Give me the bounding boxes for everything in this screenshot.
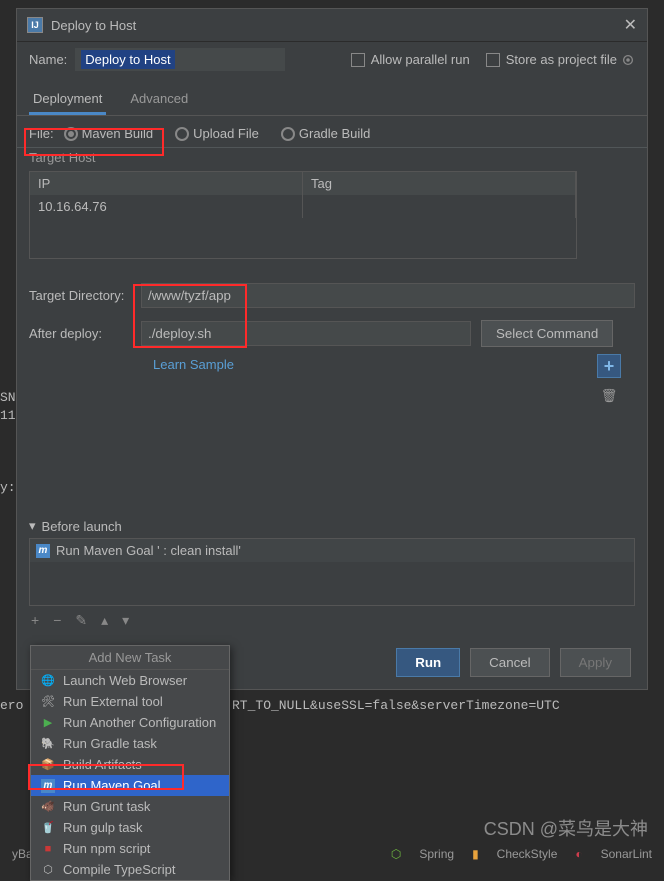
store-project-checkbox[interactable]: [486, 53, 500, 67]
menu-icon: 🌐: [41, 674, 55, 688]
status-spring[interactable]: Spring: [419, 847, 454, 861]
allow-parallel-label: Allow parallel run: [371, 52, 470, 67]
target-dir-row: Target Directory:: [17, 277, 647, 314]
bg-connection-string: RT_TO_NULL&useSSL=false&serverTimezone=U…: [232, 698, 560, 713]
move-down-button[interactable]: ▾: [122, 612, 129, 629]
chevron-down-icon[interactable]: ▾: [29, 518, 36, 534]
radio-maven[interactable]: Maven Build: [64, 126, 154, 141]
tab-advanced[interactable]: Advanced: [126, 85, 192, 115]
after-deploy-label: After deploy:: [29, 326, 141, 341]
spring-icon: ⬡: [391, 847, 401, 861]
ip-cell: 10.16.64.76: [30, 195, 303, 218]
menu-icon: ⬡: [41, 863, 55, 877]
gear-icon[interactable]: [621, 53, 635, 67]
menu-item-run-npm-script[interactable]: ■ Run npm script: [31, 838, 229, 859]
menu-icon: 🐗: [41, 800, 55, 814]
target-dir-input[interactable]: [141, 283, 635, 308]
add-host-button[interactable]: +: [597, 354, 621, 378]
host-table: IP Tag 10.16.64.76: [29, 171, 577, 259]
store-project-label: Store as project file: [506, 52, 617, 67]
menu-item-run-another-configuration[interactable]: ▶ Run Another Configuration: [31, 712, 229, 733]
menu-icon: 📦: [41, 758, 55, 772]
move-up-button[interactable]: ▴: [101, 612, 108, 629]
run-button[interactable]: Run: [396, 648, 460, 677]
menu-item-label: Launch Web Browser: [63, 673, 187, 688]
menu-item-compile-typescript[interactable]: ⬡ Compile TypeScript: [31, 859, 229, 880]
before-launch-section: ▾ Before launch m Run Maven Goal ' : clea…: [29, 514, 635, 635]
menu-item-run-gulp-task[interactable]: 🥤 Run gulp task: [31, 817, 229, 838]
add-task-button[interactable]: +: [31, 612, 39, 629]
menu-item-label: Run npm script: [63, 841, 150, 856]
menu-item-label: Compile TypeScript: [63, 862, 175, 877]
menu-title: Add New Task: [31, 646, 229, 670]
menu-icon: 🥤: [41, 821, 55, 835]
file-row: File: Maven Build Upload File Gradle Bui…: [17, 116, 647, 147]
close-icon[interactable]: ✕: [624, 15, 637, 35]
ip-header: IP: [30, 172, 303, 195]
menu-item-label: Run Grunt task: [63, 799, 150, 814]
menu-item-label: Build Artifacts: [63, 757, 142, 772]
add-task-menu: Add New Task 🌐 Launch Web Browser 🛠 Run Ext…: [30, 645, 230, 881]
apply-button[interactable]: Apply: [560, 648, 631, 677]
after-deploy-input[interactable]: [141, 321, 471, 346]
menu-icon: ▶: [41, 716, 55, 730]
status-sonarlint[interactable]: SonarLint: [601, 847, 652, 861]
target-host-label: Target Host: [17, 147, 647, 167]
edit-task-button[interactable]: ✎: [75, 612, 87, 629]
menu-item-build-artifacts[interactable]: 📦 Build Artifacts: [31, 754, 229, 775]
maven-icon: m: [36, 544, 50, 558]
menu-item-label: Run Maven Goal: [63, 778, 161, 793]
tag-cell: [303, 195, 576, 218]
select-command-button[interactable]: Select Command: [481, 320, 613, 347]
deploy-dialog: IJ Deploy to Host ✕ Name: Deploy to Host…: [16, 8, 648, 690]
tabs: Deployment Advanced: [17, 77, 647, 116]
status-checkstyle[interactable]: CheckStyle: [497, 847, 558, 861]
watermark: CSDN @菜鸟是大神: [484, 815, 648, 841]
checkstyle-icon: ▮: [472, 847, 479, 861]
radio-upload[interactable]: Upload File: [175, 126, 259, 141]
tab-deployment[interactable]: Deployment: [29, 85, 106, 115]
menu-item-label: Run External tool: [63, 694, 163, 709]
after-deploy-row: After deploy: Select Command: [17, 314, 647, 353]
menu-item-label: Run Gradle task: [63, 736, 157, 751]
file-label: File:: [29, 126, 54, 141]
menu-icon: 🐘: [41, 737, 55, 751]
before-launch-title: Before launch: [42, 519, 122, 534]
learn-sample-link[interactable]: Learn Sample: [17, 353, 647, 376]
menu-item-launch-web-browser[interactable]: 🌐 Launch Web Browser: [31, 670, 229, 691]
menu-item-label: Run gulp task: [63, 820, 143, 835]
name-input[interactable]: Deploy to Host: [75, 48, 285, 71]
before-launch-list: m Run Maven Goal ' : clean install': [29, 538, 635, 606]
menu-item-run-maven-goal[interactable]: m Run Maven Goal: [31, 775, 229, 796]
menu-item-label: Run Another Configuration: [63, 715, 216, 730]
dialog-buttons: Run Cancel Apply: [396, 648, 631, 677]
radio-gradle[interactable]: Gradle Build: [281, 126, 371, 141]
before-launch-item[interactable]: m Run Maven Goal ' : clean install': [30, 539, 634, 562]
menu-icon: 🛠: [41, 695, 55, 709]
before-launch-item-label: Run Maven Goal ' : clean install': [56, 543, 241, 558]
delete-host-button[interactable]: 🗑: [597, 384, 621, 408]
bg-text: SN: [0, 390, 16, 405]
dialog-title: Deploy to Host: [51, 18, 624, 33]
sonarlint-icon: ◐: [575, 847, 582, 861]
before-launch-toolbar: + − ✎ ▴ ▾: [29, 606, 635, 635]
name-row: Name: Deploy to Host Allow parallel run …: [17, 42, 647, 77]
host-row[interactable]: 10.16.64.76: [30, 195, 576, 218]
titlebar: IJ Deploy to Host ✕: [17, 9, 647, 42]
app-icon: IJ: [27, 17, 43, 33]
menu-item-run-grunt-task[interactable]: 🐗 Run Grunt task: [31, 796, 229, 817]
cancel-button[interactable]: Cancel: [470, 648, 550, 677]
target-dir-label: Target Directory:: [29, 288, 141, 303]
menu-item-run-external-tool[interactable]: 🛠 Run External tool: [31, 691, 229, 712]
bg-text: 11: [0, 408, 16, 423]
allow-parallel-checkbox[interactable]: [351, 53, 365, 67]
bg-text: y:: [0, 480, 16, 495]
remove-task-button[interactable]: −: [53, 612, 61, 629]
tag-header: Tag: [303, 172, 576, 195]
name-label: Name:: [29, 52, 67, 67]
bg-text: ero: [0, 698, 23, 713]
menu-icon: m: [41, 779, 55, 793]
menu-icon: ■: [41, 842, 55, 856]
menu-item-run-gradle-task[interactable]: 🐘 Run Gradle task: [31, 733, 229, 754]
